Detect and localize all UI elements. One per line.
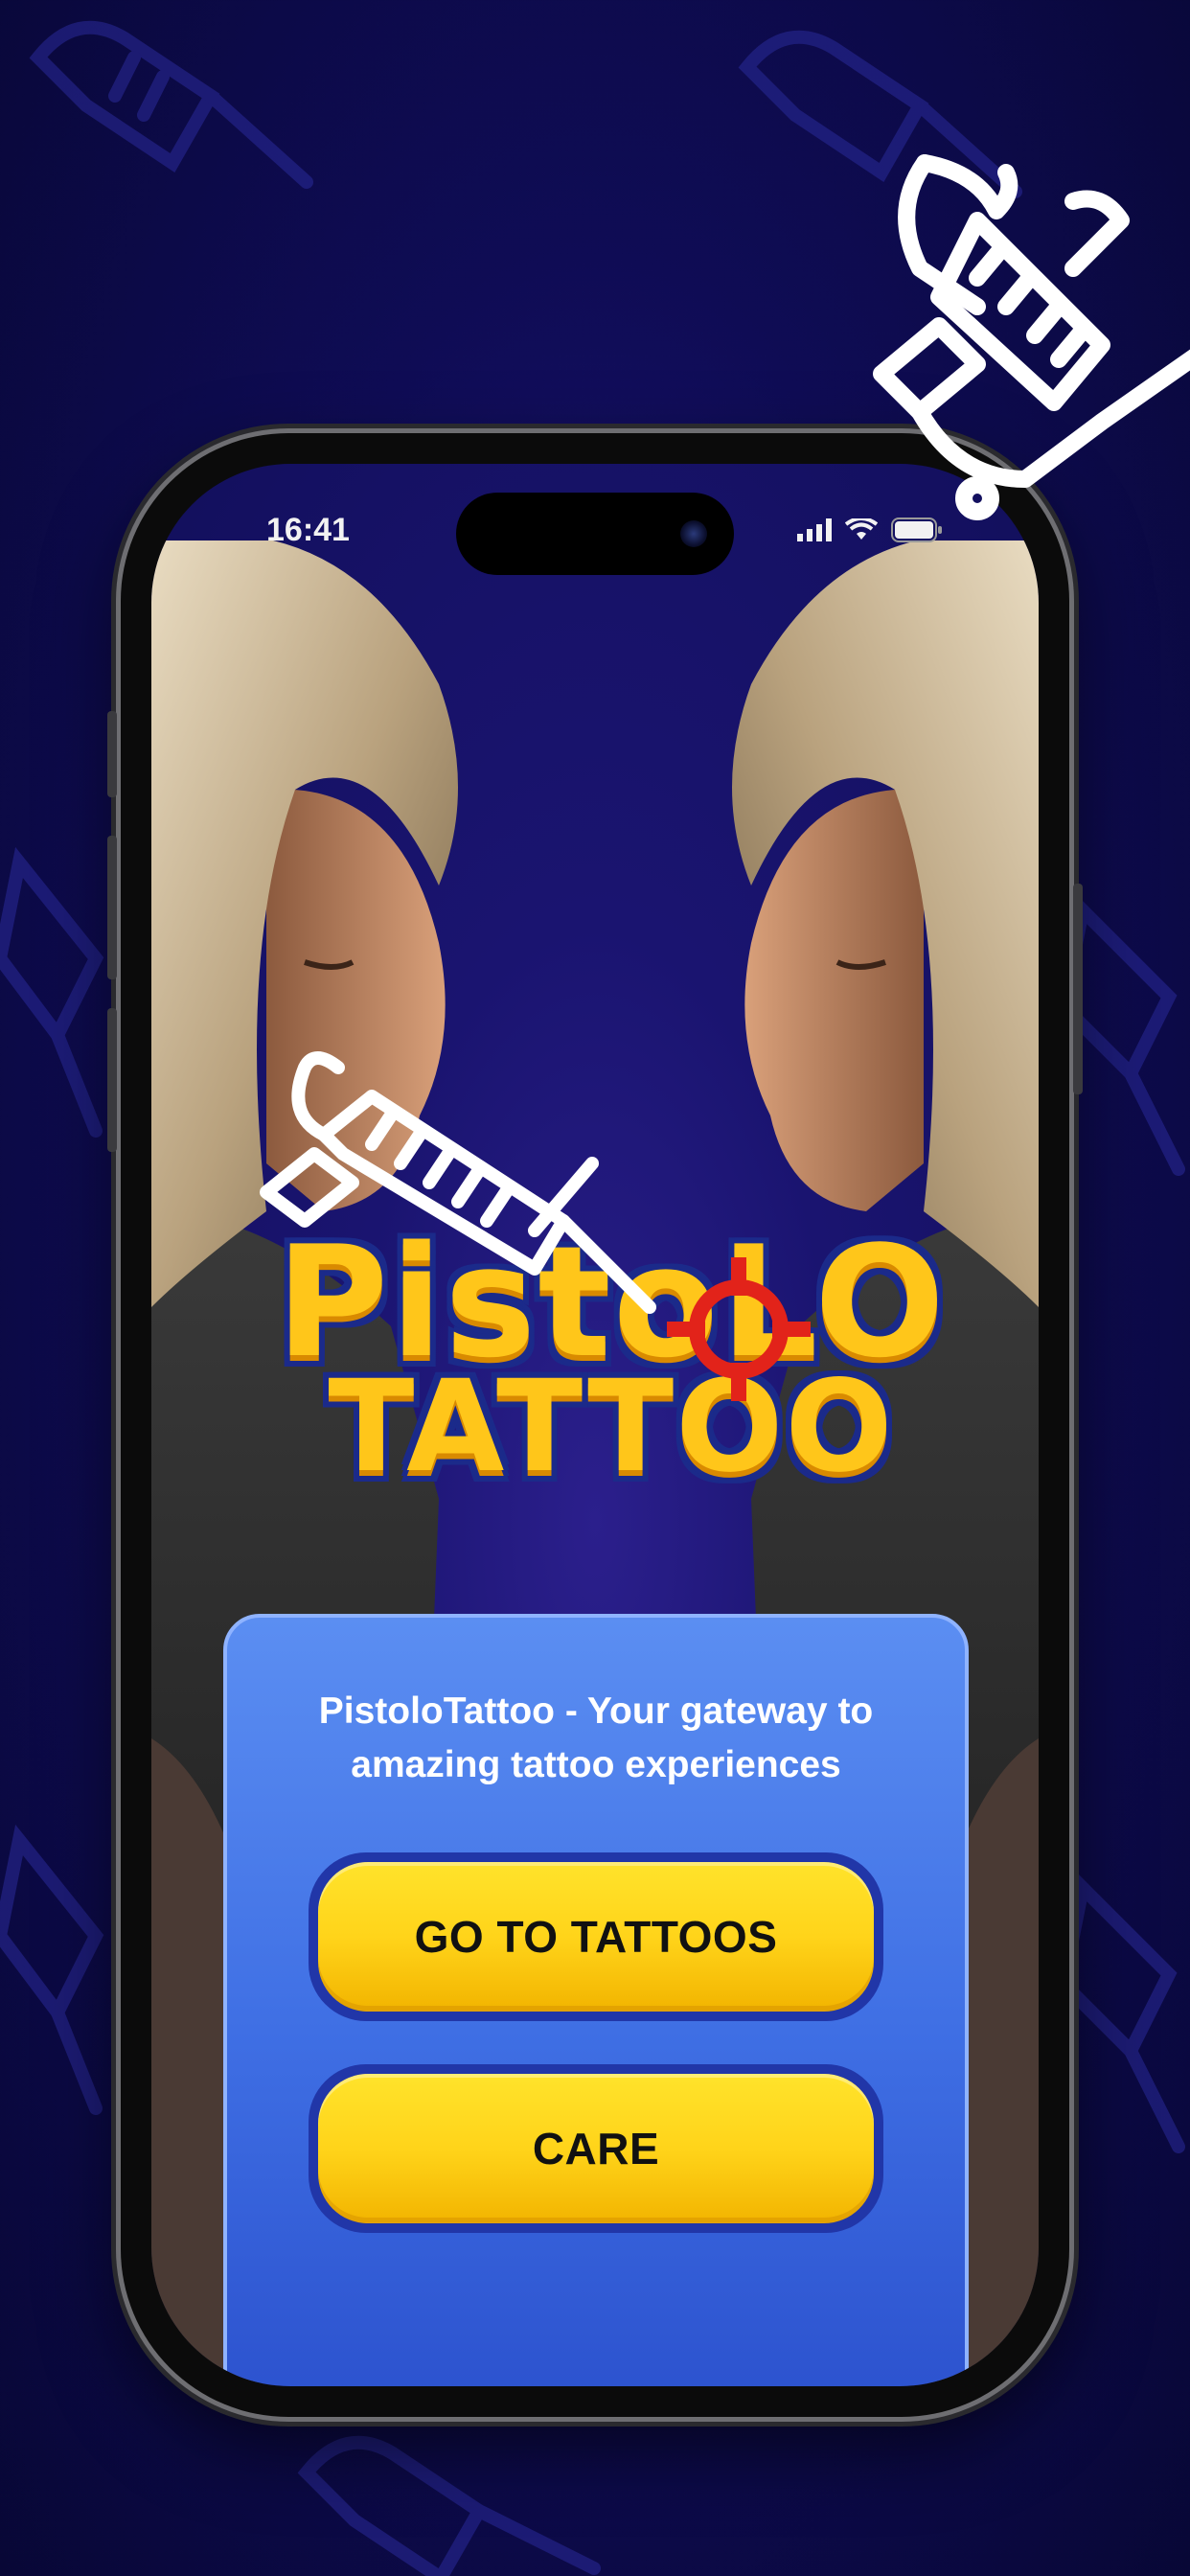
tattoo-machine-icon (297, 2435, 601, 2576)
app-screen: 16:41 PistoLO TATTOO PistoloTattoo - You… (151, 464, 1039, 2386)
power-button (1073, 884, 1083, 1094)
crosshair-icon (667, 1257, 811, 1401)
volume-down-button (107, 1008, 117, 1152)
volume-up-button (107, 836, 117, 979)
wifi-icon (845, 518, 878, 540)
tagline: PistoloTattoo - Your gateway to amazing … (318, 1690, 874, 1785)
front-camera (680, 520, 707, 547)
tattoo-machine-icon (29, 20, 313, 189)
logo-line-2: TATTOO (328, 1353, 895, 1501)
tattoo-machine-icon (0, 1824, 104, 2115)
mute-switch (107, 711, 117, 797)
battery-icon (891, 518, 942, 542)
tattoo-machine-icon (0, 846, 104, 1138)
care-button[interactable]: CARE (309, 2064, 883, 2233)
tattoo-machine-icon (1064, 1874, 1185, 2153)
app-logo: PistoLO TATTOO (247, 1029, 975, 1494)
signal-icon (797, 518, 832, 541)
status-time: 16:41 (266, 512, 350, 548)
phone-frame: 16:41 PistoLO TATTOO PistoloTattoo - You… (107, 433, 1083, 2417)
care-label: CARE (318, 2074, 874, 2223)
go-to-tattoos-label: GO TO TATTOOS (318, 1862, 874, 2012)
action-panel: PistoloTattoo - Your gateway to amazing … (223, 1614, 969, 2386)
status-icons (797, 518, 943, 542)
dynamic-island (456, 493, 734, 575)
go-to-tattoos-button[interactable]: GO TO TATTOOS (309, 1852, 883, 2021)
